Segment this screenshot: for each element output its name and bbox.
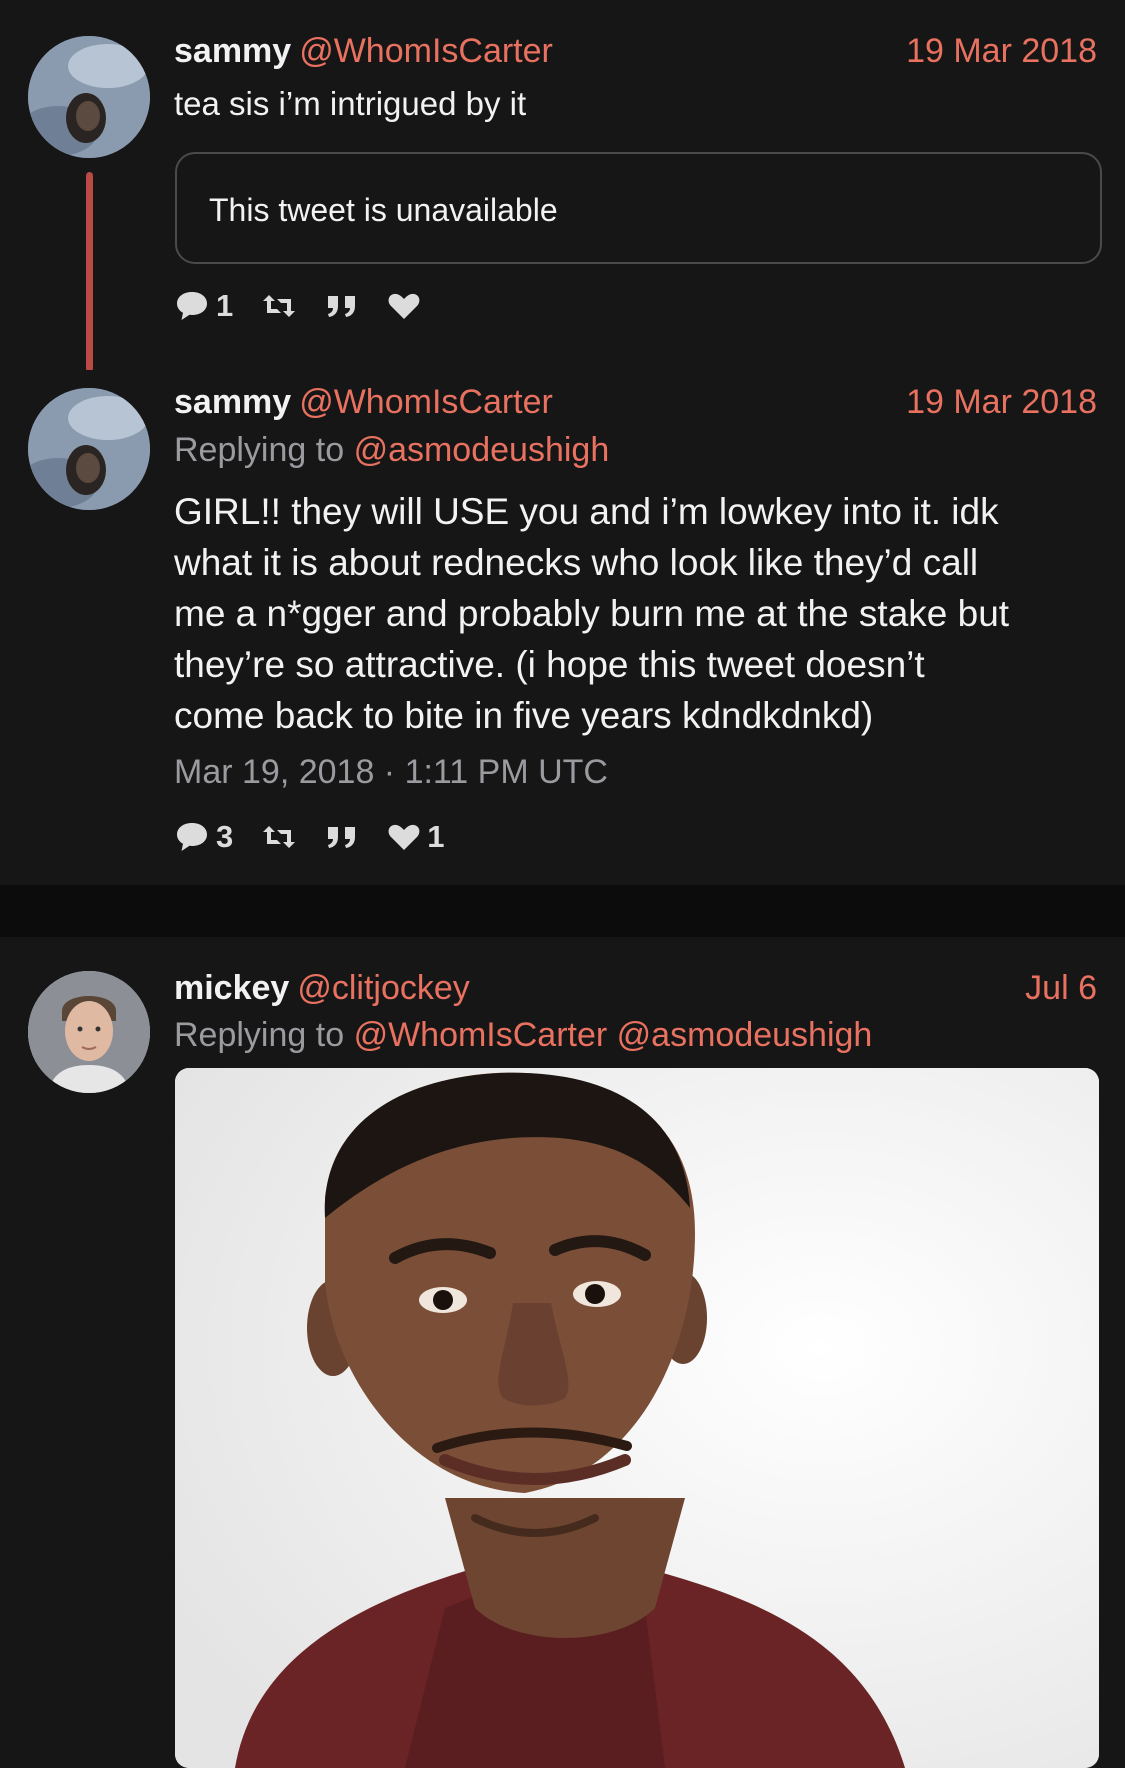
author-row: mickey @clitjockey bbox=[174, 969, 470, 1008]
avatar-image bbox=[28, 36, 150, 158]
retweet-icon bbox=[263, 826, 296, 848]
replying-to-prefix: Replying to bbox=[174, 431, 345, 469]
speech-bubble-icon bbox=[177, 292, 207, 320]
like-button[interactable]: 1 bbox=[387, 819, 445, 855]
heart-icon bbox=[388, 824, 420, 850]
tweet-1[interactable]: sammy @WhomIsCarter 19 Mar 2018 tea sis i… bbox=[0, 0, 1125, 372]
quote-icon bbox=[328, 296, 356, 317]
replying-to: Replying to @asmodeushigh bbox=[174, 431, 609, 470]
avatar[interactable] bbox=[28, 36, 150, 158]
photo-of-smiling-man bbox=[175, 1068, 1099, 1768]
tweet-date[interactable]: 19 Mar 2018 bbox=[906, 383, 1097, 422]
avatar[interactable] bbox=[28, 388, 150, 510]
tweet-text: GIRL!! they will USE you and i’m lowkey … bbox=[174, 486, 1009, 741]
quoted-tweet[interactable]: This tweet is unavailable bbox=[175, 152, 1102, 264]
tweet-stats: 3 1 bbox=[174, 817, 473, 857]
tweet-text-line: GIRL!! they will USE you and i’m lowkey … bbox=[174, 491, 999, 532]
tweet-stats: 1 bbox=[174, 286, 455, 326]
author-handle[interactable]: @clitjockey bbox=[297, 969, 469, 1007]
retweet-button[interactable] bbox=[261, 291, 297, 321]
reply-count: 3 bbox=[216, 819, 234, 854]
tweet-text: tea sis i’m intrigued by it bbox=[174, 85, 527, 122]
tweet-media-image[interactable] bbox=[175, 1068, 1099, 1768]
quote-button[interactable] bbox=[325, 823, 359, 851]
author-name[interactable]: mickey bbox=[174, 969, 289, 1007]
heart-icon bbox=[388, 293, 420, 319]
replying-to: Replying to @WhomIsCarter @asmodeushigh bbox=[174, 1016, 872, 1055]
quoted-tweet-text: This tweet is unavailable bbox=[209, 192, 558, 228]
tweet-text-line: what it is about rednecks who look like … bbox=[174, 542, 979, 583]
like-button[interactable] bbox=[387, 291, 427, 321]
tweet-date[interactable]: Jul 6 bbox=[1025, 969, 1097, 1008]
speech-bubble-icon bbox=[177, 823, 207, 851]
author-name[interactable]: sammy bbox=[174, 383, 291, 421]
author-handle[interactable]: @WhomIsCarter bbox=[299, 32, 553, 70]
tweet-text-line: come back to bite in five years kdndkdnk… bbox=[174, 695, 874, 736]
thread-line bbox=[86, 172, 93, 372]
quote-icon bbox=[328, 827, 356, 848]
thread-separator bbox=[0, 885, 1125, 937]
avatar-image bbox=[28, 971, 150, 1093]
tweet-2[interactable]: sammy @WhomIsCarter 19 Mar 2018 Replying … bbox=[0, 370, 1125, 885]
replying-to-handle[interactable]: @WhomIsCarter @asmodeushigh bbox=[354, 1016, 873, 1054]
tweet-date[interactable]: 19 Mar 2018 bbox=[906, 32, 1097, 71]
avatar-image bbox=[28, 388, 150, 510]
avatar[interactable] bbox=[28, 971, 150, 1093]
retweet-button[interactable] bbox=[261, 822, 297, 852]
tweet-text-line: they’re so attractive. (i hope this twee… bbox=[174, 644, 925, 685]
author-row: sammy @WhomIsCarter bbox=[174, 32, 553, 71]
author-row: sammy @WhomIsCarter bbox=[174, 383, 553, 422]
reply-button[interactable]: 1 bbox=[174, 288, 233, 324]
reply-button[interactable]: 3 bbox=[174, 819, 233, 855]
quote-button[interactable] bbox=[325, 292, 359, 320]
like-count: 1 bbox=[427, 819, 445, 854]
retweet-icon bbox=[263, 295, 296, 317]
author-name[interactable]: sammy bbox=[174, 32, 291, 70]
tweet-timestamp[interactable]: Mar 19, 2018 · 1:11 PM UTC bbox=[174, 753, 608, 792]
author-handle[interactable]: @WhomIsCarter bbox=[299, 383, 553, 421]
replying-to-handle[interactable]: @asmodeushigh bbox=[354, 431, 610, 469]
tweet-text-line: me a n*gger and probably burn me at the … bbox=[174, 593, 1010, 634]
reply-count: 1 bbox=[216, 288, 234, 323]
replying-to-prefix: Replying to bbox=[174, 1016, 345, 1054]
